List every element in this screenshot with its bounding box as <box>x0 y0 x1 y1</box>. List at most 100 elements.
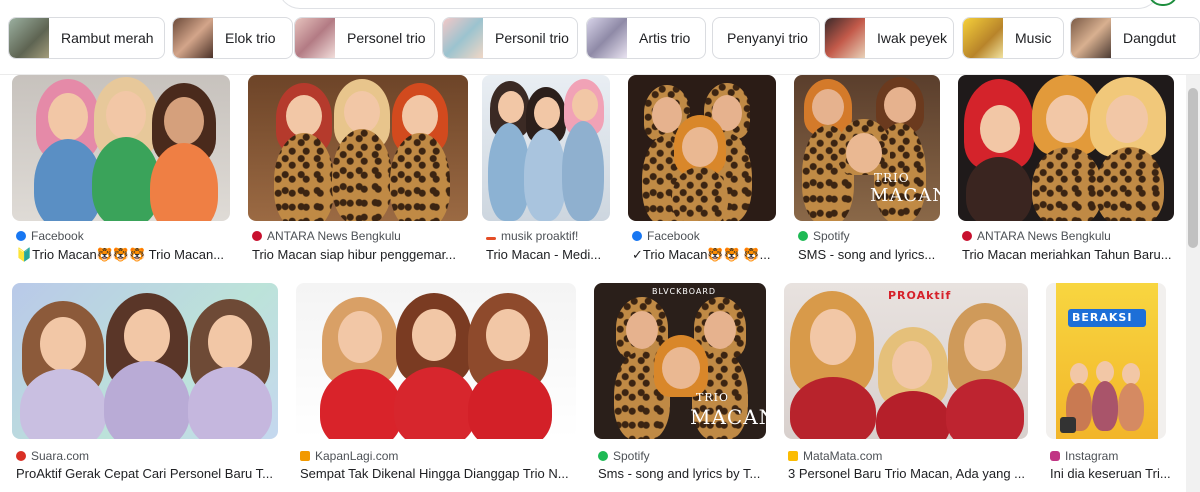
result-title[interactable]: 🔰Trio Macan🐯🐯🐯 Trio Macan... <box>16 247 230 263</box>
chip-label: Music <box>1015 30 1052 46</box>
result-source[interactable]: MataMata.com <box>788 449 882 463</box>
antara-icon <box>252 231 262 241</box>
chip-label: Iwak peyek <box>877 30 948 46</box>
result-title[interactable]: ProAktif Gerak Cepat Cari Personel Baru … <box>16 466 278 481</box>
image-overlay-text: TRIO <box>874 171 910 185</box>
chip-thumbnail <box>9 18 49 58</box>
result-source[interactable]: musik proaktif! <box>486 229 578 243</box>
result-title[interactable]: SMS - song and lyrics... <box>798 247 940 262</box>
matamata-icon <box>788 451 798 461</box>
result-image[interactable] <box>958 75 1174 221</box>
result-source[interactable]: Facebook <box>16 229 84 243</box>
chip-label: Artis trio <box>639 30 691 46</box>
image-overlay-text: BERAKSI <box>1072 311 1133 324</box>
image-overlay-text: PROAktif <box>888 289 952 302</box>
chip-elok-trio[interactable]: Elok trio <box>172 17 293 59</box>
result-title[interactable]: Sms - song and lyrics by T... <box>598 466 766 481</box>
chip-thumbnail <box>443 18 483 58</box>
chip-label: Dangdut <box>1123 30 1176 46</box>
result-title[interactable]: Ini dia keseruan Tri... <box>1050 466 1176 481</box>
chip-penyanyi-trio[interactable]: Penyanyi trio <box>712 17 820 59</box>
search-action-button[interactable] <box>1148 0 1178 6</box>
chip-thumbnail <box>173 18 213 58</box>
result-title[interactable]: Trio Macan siap hibur penggemar... <box>252 247 468 262</box>
chip-artis-trio[interactable]: Artis trio <box>586 17 706 59</box>
chip-label: Penyanyi trio <box>727 30 808 46</box>
result-source-name: Instagram <box>1065 449 1119 463</box>
result-image[interactable] <box>12 283 278 439</box>
result-source-name: ANTARA News Bengkulu <box>267 229 401 243</box>
result-source[interactable]: Spotify <box>798 229 850 243</box>
result-source-name: Suara.com <box>31 449 90 463</box>
result-title[interactable]: Trio Macan - Medi... <box>486 247 610 262</box>
result-title[interactable]: 3 Personel Baru Trio Macan, Ada yang ... <box>788 466 1028 481</box>
related-searches-chips: Rambut merah Elok trio Personel trio Per… <box>8 17 1200 61</box>
chip-label: Personel trio <box>347 30 426 46</box>
result-image[interactable]: TRIO MACAN <box>794 75 940 221</box>
image-overlay-text: MACAN <box>870 185 940 206</box>
result-image[interactable]: PROAktif <box>784 283 1028 439</box>
result-source[interactable]: ANTARA News Bengkulu <box>962 229 1111 243</box>
result-source[interactable]: Instagram <box>1050 449 1118 463</box>
image-overlay-text: MACAN <box>690 405 766 429</box>
result-source[interactable]: KapanLagi.com <box>300 449 398 463</box>
image-overlay-text: TRIO <box>696 391 729 404</box>
chip-iwak-peyek[interactable]: Iwak peyek <box>824 17 954 59</box>
play-icon <box>1060 417 1076 433</box>
result-image[interactable] <box>296 283 576 439</box>
chip-rambut-merah[interactable]: Rambut merah <box>8 17 165 59</box>
facebook-icon <box>632 231 642 241</box>
result-image[interactable] <box>628 75 776 221</box>
result-title[interactable]: ✓Trio Macan🐯🐯 🐯... <box>632 247 776 263</box>
result-card[interactable]: musik proaktif! Trio Macan - Medi... <box>482 75 612 265</box>
chip-thumbnail <box>963 18 1003 58</box>
antara-icon <box>962 231 972 241</box>
facebook-icon <box>16 231 26 241</box>
image-overlay-text: BLVCKBOARD <box>652 287 717 296</box>
result-image[interactable] <box>12 75 230 221</box>
result-card[interactable]: Facebook ✓Trio Macan🐯🐯 🐯... <box>628 75 778 265</box>
spotify-icon <box>798 231 808 241</box>
result-source-name: Facebook <box>647 229 700 243</box>
chip-label: Personil trio <box>495 30 569 46</box>
result-source-name: Facebook <box>31 229 84 243</box>
chip-thumbnail <box>825 18 865 58</box>
result-card[interactable]: TRIO MACAN Spotify SMS - song and lyrics… <box>794 75 942 265</box>
chip-personil-trio[interactable]: Personil trio <box>442 17 578 59</box>
result-source-name: KapanLagi.com <box>315 449 399 463</box>
result-source[interactable]: Spotify <box>598 449 650 463</box>
result-card[interactable]: KapanLagi.com Sempat Tak Dikenal Hingga … <box>296 283 578 488</box>
result-title[interactable]: Sempat Tak Dikenal Hingga Dianggap Trio … <box>300 466 576 481</box>
chip-thumbnail <box>587 18 627 58</box>
instagram-icon <box>1050 451 1060 461</box>
result-source-name: Spotify <box>613 449 650 463</box>
chip-dangdut[interactable]: Dangdut <box>1070 17 1200 59</box>
result-card[interactable]: BERAKSI Instagram Ini dia keseruan Tri..… <box>1046 283 1186 488</box>
result-card[interactable]: Facebook 🔰Trio Macan🐯🐯🐯 Trio Macan... <box>12 75 232 265</box>
result-image[interactable]: BERAKSI <box>1046 283 1166 439</box>
chip-personel-trio[interactable]: Personel trio <box>294 17 435 59</box>
musik-proaktif-icon <box>486 236 496 240</box>
result-image[interactable] <box>248 75 468 221</box>
chip-thumbnail <box>1071 18 1111 58</box>
result-card[interactable]: PROAktif MataMata.com 3 Personel Baru Tr… <box>784 283 1030 488</box>
spotify-icon <box>598 451 608 461</box>
result-image[interactable]: BLVCKBOARD TRIO MACAN <box>594 283 766 439</box>
result-source[interactable]: ANTARA News Bengkulu <box>252 229 401 243</box>
chip-music[interactable]: Music <box>962 17 1064 59</box>
result-source-name: musik proaktif! <box>501 229 579 243</box>
result-image[interactable] <box>482 75 610 221</box>
result-card[interactable]: BLVCKBOARD TRIO MACAN Spotify Sms - song… <box>594 283 768 488</box>
result-source-name: ANTARA News Bengkulu <box>977 229 1111 243</box>
result-card[interactable]: ANTARA News Bengkulu Trio Macan siap hib… <box>248 75 470 265</box>
scrollbar-thumb[interactable] <box>1188 88 1198 248</box>
suara-icon <box>16 451 26 461</box>
result-title[interactable]: Trio Macan meriahkan Tahun Baru... <box>962 247 1174 262</box>
search-box-bottom-edge[interactable] <box>278 0 1160 9</box>
result-card[interactable]: Suara.com ProAktif Gerak Cepat Cari Pers… <box>12 283 280 488</box>
result-card[interactable]: ANTARA News Bengkulu Trio Macan meriahka… <box>958 75 1176 265</box>
result-source[interactable]: Suara.com <box>16 449 89 463</box>
result-source[interactable]: Facebook <box>632 229 700 243</box>
result-source-name: Spotify <box>813 229 850 243</box>
chip-thumbnail <box>295 18 335 58</box>
